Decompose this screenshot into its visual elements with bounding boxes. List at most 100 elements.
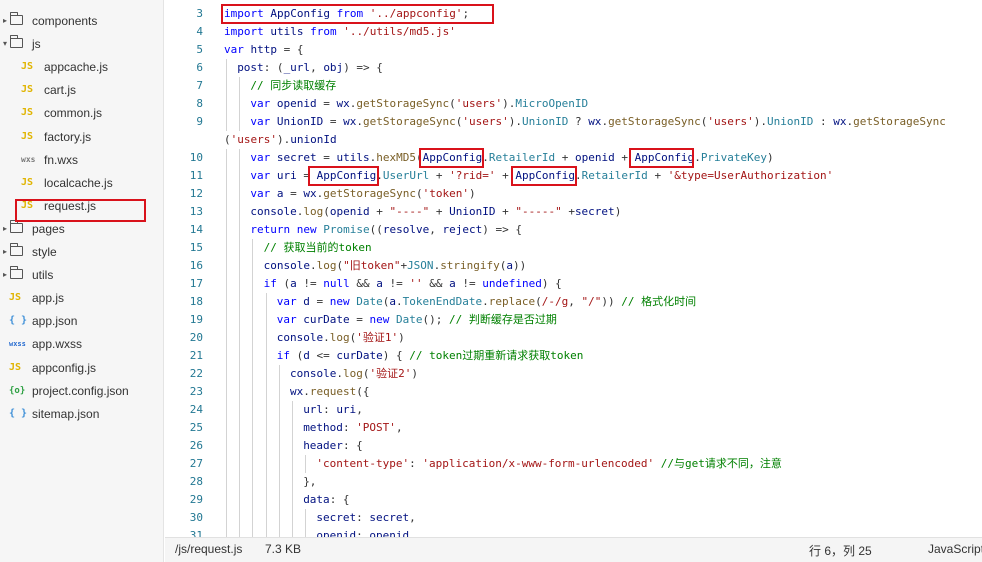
tree-item-project-config-json[interactable]: {o} project.config.json xyxy=(0,380,163,402)
code-token: getStorageSync xyxy=(363,115,456,128)
indent-guide xyxy=(226,365,227,383)
chevron-down-icon[interactable]: ▾ xyxy=(1,33,9,55)
code-line[interactable]: // 获取当前的token xyxy=(264,239,372,257)
code-line[interactable]: post: (_url, obj) => { xyxy=(237,59,383,77)
code-line[interactable]: var UnionID = wx.getStorageSync('users')… xyxy=(250,113,945,131)
code-token: ) { xyxy=(541,277,562,290)
tree-item-common-js[interactable]: JS common.js xyxy=(0,102,163,124)
code-token: . xyxy=(482,295,489,308)
tree-item-components[interactable]: ▸ components xyxy=(0,10,163,32)
code-line[interactable]: openid: openid xyxy=(316,527,409,537)
status-file-path: /js/request.js xyxy=(175,542,243,556)
code-token: stringify xyxy=(440,259,500,272)
status-cursor-position[interactable]: 行 6，列 25 xyxy=(809,542,872,559)
code-token: ). xyxy=(502,97,516,110)
tree-item-app-json[interactable]: { } app.json xyxy=(0,310,163,332)
code-token: secret xyxy=(316,511,357,524)
indent-guide xyxy=(252,473,254,491)
indent-guide xyxy=(239,509,241,527)
code-token: d xyxy=(303,295,317,308)
chevron-right-icon[interactable]: ▸ xyxy=(1,10,9,32)
code-token: : xyxy=(820,115,834,128)
code-line[interactable]: console.log("旧token"+JSON.stringify(a)) xyxy=(264,257,527,275)
tree-item-label: app.json xyxy=(32,314,78,329)
indent-guide xyxy=(239,527,241,537)
indent-guide xyxy=(226,59,227,77)
code-line[interactable]: if (a != null && a != '' && a != undefin… xyxy=(264,275,562,293)
code-editor[interactable]: 3 import AppConfig from '../appconfig'; 4 i… xyxy=(165,0,982,537)
code-line[interactable]: var secret = utils.hexMD5(AppConfig.Reta… xyxy=(250,149,773,167)
tree-item-app-wxss[interactable]: wxss app.wxss xyxy=(0,333,163,355)
code-line[interactable]: }, xyxy=(303,473,316,491)
code-token: uri xyxy=(276,169,304,182)
status-language[interactable]: JavaScript xyxy=(928,542,982,556)
code-line[interactable]: method: 'POST', xyxy=(303,419,402,437)
code-line[interactable]: // 同步读取缓存 xyxy=(250,77,336,95)
code-line[interactable]: wx.request({ xyxy=(290,383,369,401)
code-token: : { xyxy=(329,493,350,506)
code-token: openid xyxy=(574,151,622,164)
code-line[interactable]: console.log(openid + "----" + UnionID + … xyxy=(250,203,621,221)
indent-guide xyxy=(239,365,241,383)
code-line[interactable]: var http = { xyxy=(224,41,304,59)
indent-guide xyxy=(252,437,254,455)
code-token: 'users' xyxy=(230,133,277,146)
tree-item-factory-js[interactable]: JS factory.js xyxy=(0,126,163,148)
code-token: + xyxy=(654,169,668,182)
folder-icon xyxy=(10,266,23,280)
tree-item-js[interactable]: ▾ js xyxy=(0,33,163,55)
code-token: = { xyxy=(283,43,304,56)
chevron-right-icon[interactable]: ▸ xyxy=(1,241,9,263)
code-token: utils xyxy=(336,151,370,164)
code-line[interactable]: var a = wx.getStorageSync('token') xyxy=(250,185,475,203)
code-line[interactable]: var d = new Date(a.TokenEndDate.replace(… xyxy=(277,293,696,311)
code-token: //与get请求不同，注意 xyxy=(654,457,782,470)
code-token: log xyxy=(329,331,350,344)
indent-guide xyxy=(278,419,280,437)
tree-item-style[interactable]: ▸ style xyxy=(0,241,163,263)
js-file-icon: JS xyxy=(21,107,34,119)
tree-item-appcache-js[interactable]: JS appcache.js xyxy=(0,56,163,78)
indent-guide xyxy=(265,293,267,311)
code-token: . xyxy=(694,151,701,164)
code-line[interactable]: return new Promise((resolve, reject) => … xyxy=(250,221,522,239)
code-token: log xyxy=(342,367,363,380)
indent-guide xyxy=(226,167,227,185)
tree-item-cart-js[interactable]: JS cart.js xyxy=(0,79,163,101)
line-number: 21 xyxy=(189,349,203,362)
code-token: ( xyxy=(449,97,456,110)
tree-item-app-js[interactable]: JS app.js xyxy=(0,287,163,309)
tree-item-label: app.js xyxy=(32,291,65,306)
code-token: undefined xyxy=(482,277,542,290)
code-line[interactable]: var curDate = new Date(); // 判断缓存是否过期 xyxy=(277,311,557,329)
wxs-file-icon: wxs xyxy=(21,154,36,164)
code-line[interactable]: var openid = wx.getStorageSync('users').… xyxy=(250,95,588,113)
tree-item-utils[interactable]: ▸ utils xyxy=(0,264,163,286)
tree-item-fn-wxs[interactable]: wxs fn.wxs xyxy=(0,149,163,171)
indent-guide xyxy=(278,509,280,527)
code-line[interactable]: if (d <= curDate) { // token过期重新请求获取toke… xyxy=(277,347,584,365)
tree-item-localcache-js[interactable]: JS localcache.js xyxy=(0,172,163,194)
code-line[interactable]: 'content-type': 'application/x-www-form-… xyxy=(316,455,782,473)
code-line[interactable]: url: uri, xyxy=(303,401,363,419)
code-line[interactable]: data: { xyxy=(303,491,349,509)
code-line[interactable]: ('users').unionId xyxy=(224,131,337,149)
tree-item-appconfig-js[interactable]: JS appconfig.js xyxy=(0,357,163,379)
tree-item-sitemap-json[interactable]: { } sitemap.json xyxy=(0,403,163,425)
code-line[interactable]: import utils from '../utils/md5.js' xyxy=(224,23,456,41)
code-token: 'content-type' xyxy=(316,457,410,470)
file-explorer: ▸ components ▾ js JS appcache.js JS cart.js JS co… xyxy=(0,0,164,562)
line-number: 13 xyxy=(189,205,203,218)
code-line[interactable]: secret: secret, xyxy=(316,509,415,527)
code-line[interactable]: header: { xyxy=(303,437,363,455)
code-token: TokenEndDate xyxy=(402,295,483,308)
code-line[interactable]: console.log('验证2') xyxy=(290,365,418,383)
code-token: var xyxy=(250,115,277,128)
indent-guide xyxy=(292,527,293,537)
line-number: 5 xyxy=(196,43,203,56)
code-line[interactable]: console.log('验证1') xyxy=(277,329,405,347)
code-token: : ( xyxy=(263,61,284,74)
chevron-right-icon[interactable]: ▸ xyxy=(1,264,9,286)
code-token: http xyxy=(250,43,284,56)
chevron-right-icon[interactable]: ▸ xyxy=(1,218,9,240)
